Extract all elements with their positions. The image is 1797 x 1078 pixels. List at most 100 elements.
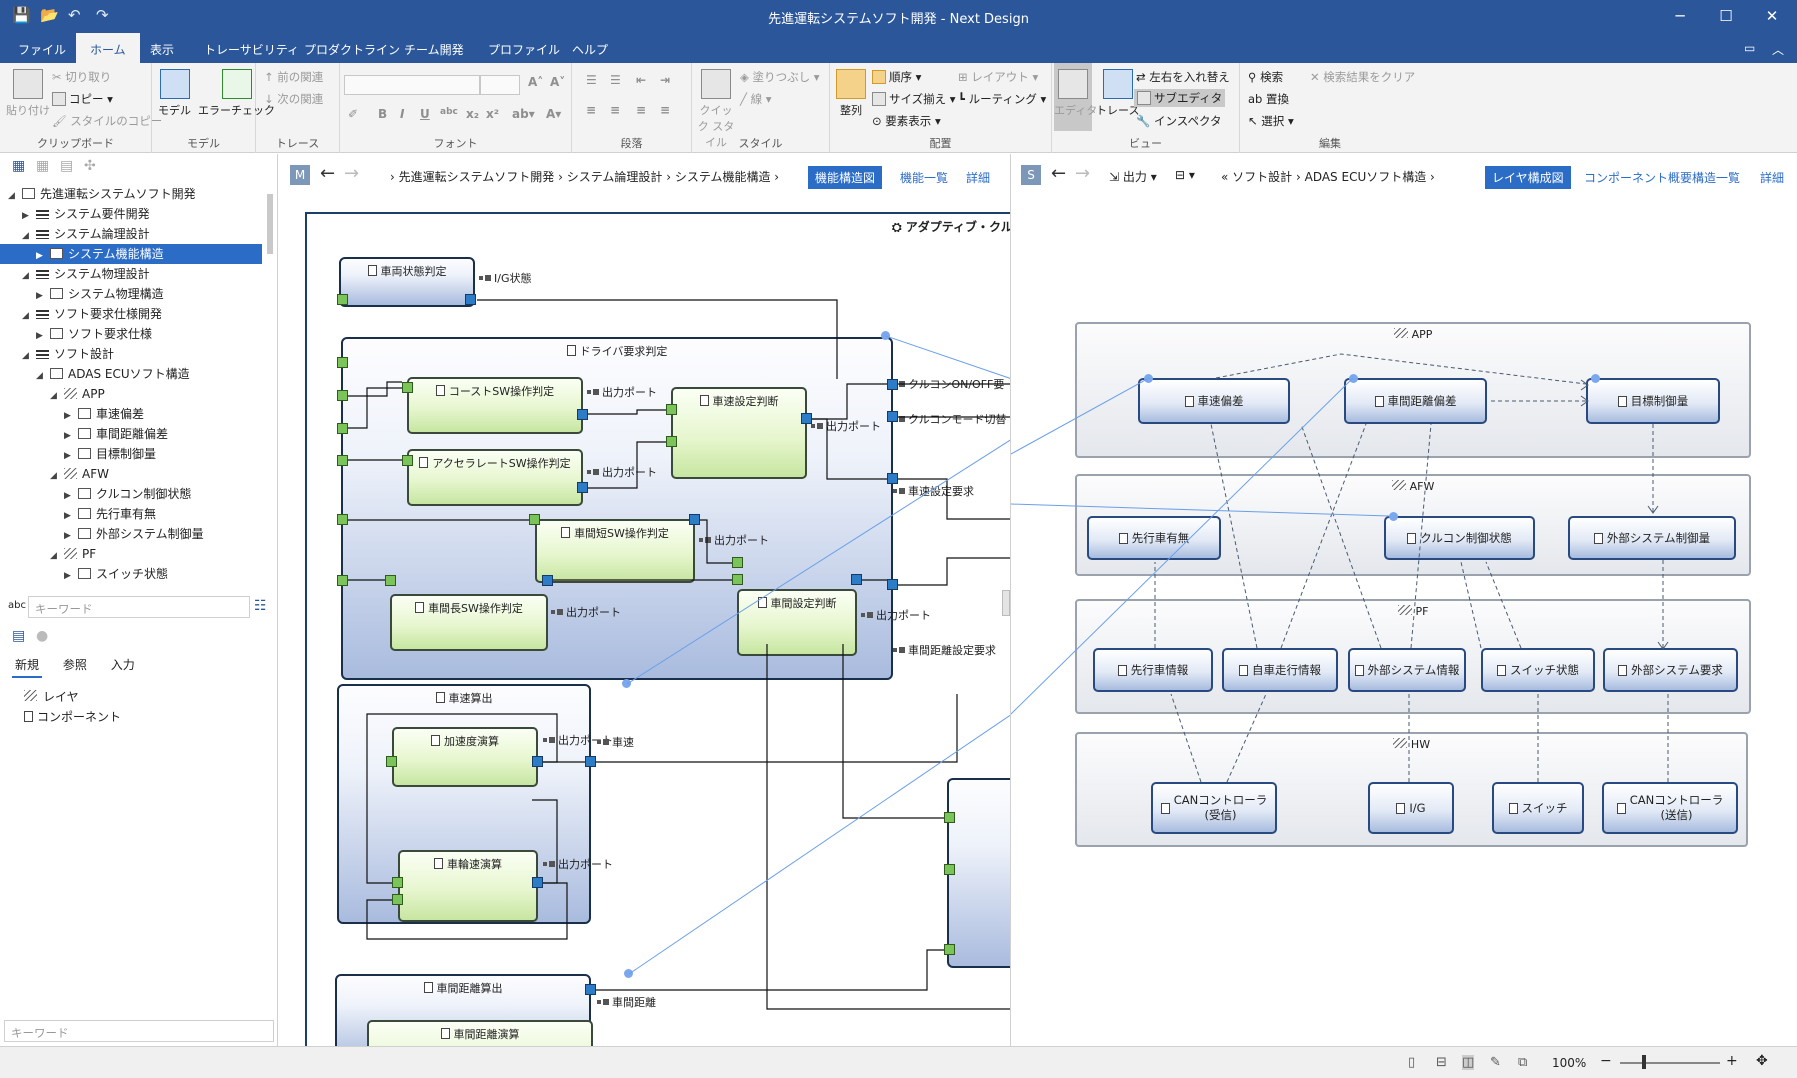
- comp-preceding-car[interactable]: 先行車有無: [1087, 516, 1221, 560]
- output-port[interactable]: [577, 482, 588, 493]
- palette-component[interactable]: コンポーネント: [24, 708, 121, 725]
- comp-speed-deviation[interactable]: 車速偏差: [1138, 378, 1290, 424]
- model-button[interactable]: モデル: [158, 69, 191, 118]
- tab-traceability[interactable]: トレーサビリティ: [204, 41, 299, 58]
- select-button[interactable]: ↖ 選択 ▾: [1248, 113, 1294, 129]
- trace-view-button[interactable]: トレース: [1096, 69, 1139, 118]
- tree-item[interactable]: ▶ システム要件開発: [0, 204, 262, 224]
- comp-gap-deviation[interactable]: 車間距離偏差: [1344, 378, 1487, 424]
- tree-item[interactable]: ▶ クルコン制御状態: [0, 484, 262, 504]
- comp-cruise-state[interactable]: クルコン制御状態: [1384, 516, 1535, 560]
- crumb-3[interactable]: システム機能構造: [675, 170, 771, 184]
- input-port[interactable]: [392, 894, 403, 905]
- comp-can-tx[interactable]: CANコントローラ (送信): [1602, 782, 1738, 834]
- input-port[interactable]: [392, 877, 403, 888]
- vehicle-state-block[interactable]: 車両状態判定: [339, 257, 475, 307]
- crumb-2[interactable]: システム論理設計: [567, 170, 663, 184]
- comp-switch[interactable]: スイッチ: [1492, 782, 1584, 834]
- tree-item[interactable]: ◢ 先進運転システムソフト開発: [0, 184, 262, 204]
- comp-ig[interactable]: I/G: [1368, 782, 1454, 834]
- input-port[interactable]: [337, 575, 348, 586]
- expand-arrow-icon[interactable]: ▶: [22, 206, 34, 226]
- splitter-handle[interactable]: [1002, 590, 1010, 616]
- font-family-select[interactable]: [344, 75, 480, 95]
- routing-button[interactable]: ┗ ルーティング ▾: [958, 91, 1046, 107]
- partial-block[interactable]: [947, 778, 1010, 968]
- tree-item[interactable]: ◢ システム論理設計: [0, 224, 262, 244]
- layout-split-v-icon[interactable]: ◫: [1462, 1055, 1475, 1070]
- collapse-ribbon-icon[interactable]: ︿: [1772, 41, 1784, 58]
- product-view-icon[interactable]: ✣: [84, 158, 96, 174]
- back-icon[interactable]: ←: [320, 163, 335, 184]
- tree-item[interactable]: ◢ システム物理設計: [0, 264, 262, 284]
- back-icon[interactable]: ←: [1051, 163, 1066, 184]
- tree-item[interactable]: ◢ AFW: [0, 464, 262, 484]
- tree-scrollbar[interactable]: [267, 194, 273, 254]
- stack-view-icon[interactable]: ▤: [60, 158, 73, 174]
- selection-handle[interactable]: [1144, 374, 1153, 383]
- layout-split-h-icon[interactable]: ⊟: [1436, 1055, 1447, 1070]
- collapse-arrow-icon[interactable]: ◢: [8, 186, 20, 206]
- expand-arrow-icon[interactable]: ▶: [64, 506, 76, 526]
- input-port[interactable]: [402, 382, 413, 393]
- tree-item[interactable]: ▶ 先行車有無: [0, 504, 262, 524]
- output-port[interactable]: [887, 379, 898, 390]
- comp-can-rx[interactable]: CANコントローラ (受信): [1151, 782, 1277, 834]
- expand-arrow-icon[interactable]: ▶: [64, 446, 76, 466]
- gap-set-block[interactable]: 車間設定判断: [737, 589, 857, 656]
- tree-item[interactable]: ▶ 外部システム制御量: [0, 524, 262, 544]
- layout-button[interactable]: ⊞ レイアウト ▾: [958, 69, 1038, 85]
- output-port[interactable]: [532, 877, 543, 888]
- sub-editor-button[interactable]: サブエディタ: [1134, 89, 1226, 107]
- crumb-2[interactable]: ADAS ECUソフト構造: [1305, 170, 1427, 184]
- justify-icon[interactable]: ≡: [660, 103, 670, 117]
- gap-comp-block[interactable]: 車間距離演算: [367, 1020, 593, 1046]
- tab-new[interactable]: 新規: [15, 658, 39, 672]
- prev-relation-button[interactable]: ↑ 前の関連: [264, 69, 323, 85]
- fill-button[interactable]: ◈ 塗りつぶし ▾: [740, 69, 820, 85]
- zoom-out-icon[interactable]: −: [1600, 1053, 1612, 1069]
- graph-view-icon[interactable]: ▦: [36, 158, 49, 174]
- input-port[interactable]: [385, 575, 396, 586]
- tab-product-line[interactable]: プロダクトライン: [304, 41, 400, 58]
- tab-file[interactable]: ファイル: [18, 41, 66, 58]
- pen-icon[interactable]: ✎: [1490, 1055, 1501, 1070]
- font-color-icon[interactable]: A▾: [546, 107, 561, 121]
- tree-item[interactable]: ◢ PF: [0, 544, 262, 564]
- output-port[interactable]: [689, 514, 700, 525]
- zoom-in-icon[interactable]: +: [1726, 1053, 1738, 1069]
- tree-item[interactable]: ◢ APP: [0, 384, 262, 404]
- input-port[interactable]: [402, 455, 413, 466]
- collapse-arrow-icon[interactable]: ◢: [22, 266, 34, 286]
- font-size-select[interactable]: [480, 75, 520, 95]
- align-left-icon[interactable]: ≡: [586, 103, 596, 117]
- comp-external-control[interactable]: 外部システム制御量: [1568, 516, 1736, 560]
- output-port[interactable]: [542, 575, 553, 586]
- input-port[interactable]: [732, 557, 743, 568]
- expand-arrow-icon[interactable]: ▶: [36, 286, 48, 306]
- comp-external-request[interactable]: 外部システム要求: [1603, 648, 1738, 692]
- comp-external-info[interactable]: 外部システム情報: [1348, 648, 1466, 692]
- view-function-list[interactable]: 機能一覧: [893, 166, 955, 189]
- copy-button[interactable]: コピー ▾: [52, 91, 113, 107]
- strike-icon[interactable]: abc: [440, 107, 458, 117]
- tree-item[interactable]: ▶ システム機能構造: [0, 244, 262, 264]
- tab-input[interactable]: 入力: [111, 658, 135, 672]
- layout-dropdown[interactable]: ⊟ ▾: [1175, 168, 1195, 182]
- tree-item[interactable]: ▶ 車速偏差: [0, 404, 262, 424]
- inspector-button[interactable]: 🔧 インスペクタ: [1136, 113, 1222, 129]
- order-button[interactable]: 順序 ▾: [872, 69, 921, 85]
- tree-keyword-input[interactable]: キーワード: [28, 596, 250, 618]
- tree-view-icon[interactable]: ▦: [12, 158, 25, 174]
- highlight-icon[interactable]: ab▾: [512, 107, 535, 121]
- search-button[interactable]: ⚲ 検索: [1248, 69, 1283, 85]
- gap-short-block[interactable]: 車間短SW操作判定: [535, 519, 695, 583]
- layout-single-icon[interactable]: ▯: [1408, 1055, 1415, 1070]
- output-dropdown[interactable]: ⇲ 出力 ▾: [1109, 168, 1157, 185]
- tree-item[interactable]: ◢ ADAS ECUソフト構造: [0, 364, 262, 384]
- fit-icon[interactable]: ⧉: [1518, 1055, 1527, 1070]
- comp-preceding-info[interactable]: 先行車情報: [1093, 648, 1213, 692]
- palette-icon[interactable]: ▤: [12, 628, 25, 644]
- forward-icon[interactable]: →: [344, 163, 359, 184]
- expand-arrow-icon[interactable]: ▶: [64, 526, 76, 546]
